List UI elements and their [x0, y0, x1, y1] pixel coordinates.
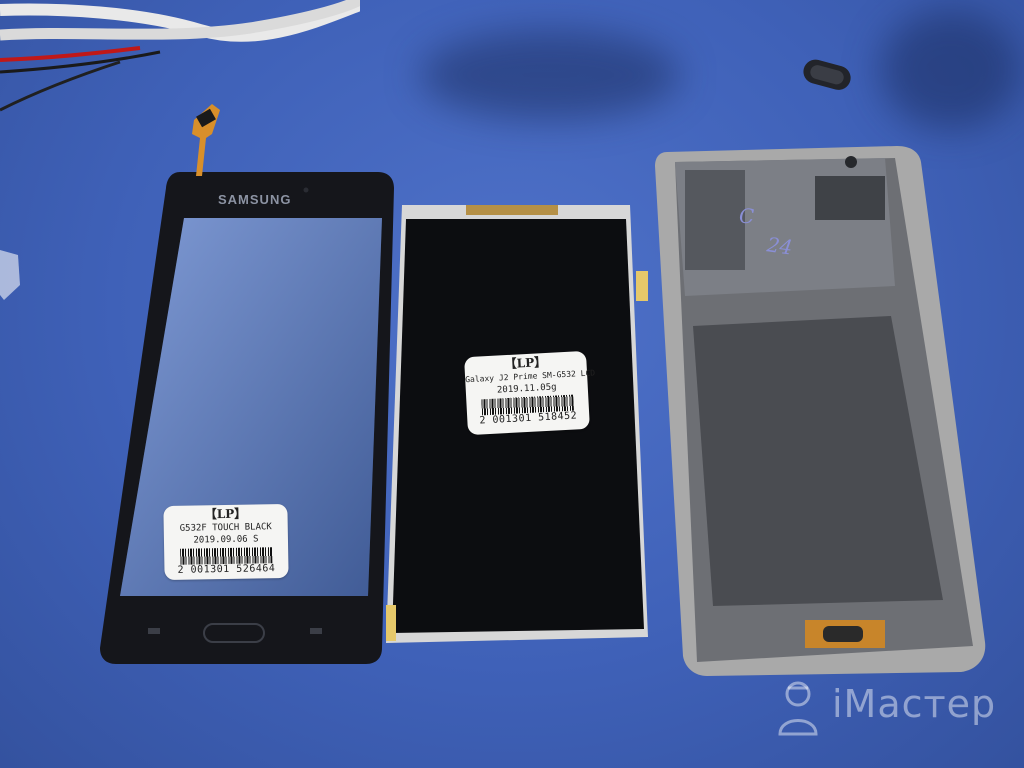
watermark: iMacтep — [770, 672, 1010, 742]
label-header: 【LP】 — [204, 506, 247, 522]
shadow-top-right — [880, 10, 1020, 130]
label-barcode-number: 2 001301 526464 — [177, 563, 276, 576]
frame-body — [655, 146, 986, 676]
barcode — [180, 547, 273, 565]
lcd-panel-label: 【LP】 Galaxy J2 Prime SM-G532 LCD 2019.11… — [464, 350, 595, 436]
touch-panel: SAMSUNG — [100, 172, 396, 664]
touch-panel-glass — [100, 172, 394, 664]
watermark-text: iMacтep — [832, 682, 997, 726]
handwritten-mark-2: 24 — [765, 232, 794, 260]
brand-logo: SAMSUNG — [218, 192, 292, 207]
shadow-top-center — [420, 30, 680, 120]
cables — [0, 0, 360, 112]
technician-icon — [778, 681, 818, 736]
phone-frame: C 24 — [655, 146, 987, 678]
touch-flex-cable — [192, 104, 220, 176]
label-model: G532F TOUCH BLACK — [179, 522, 272, 534]
label-date: 2019.09.06 S — [193, 534, 259, 546]
home-button-part — [803, 59, 851, 90]
touch-panel-label: 【LP】 G532F TOUCH BLACK 2019.09.06 S 2 00… — [163, 503, 289, 581]
plastic-fragment — [0, 250, 20, 300]
handwritten-mark-1: C — [739, 204, 755, 228]
